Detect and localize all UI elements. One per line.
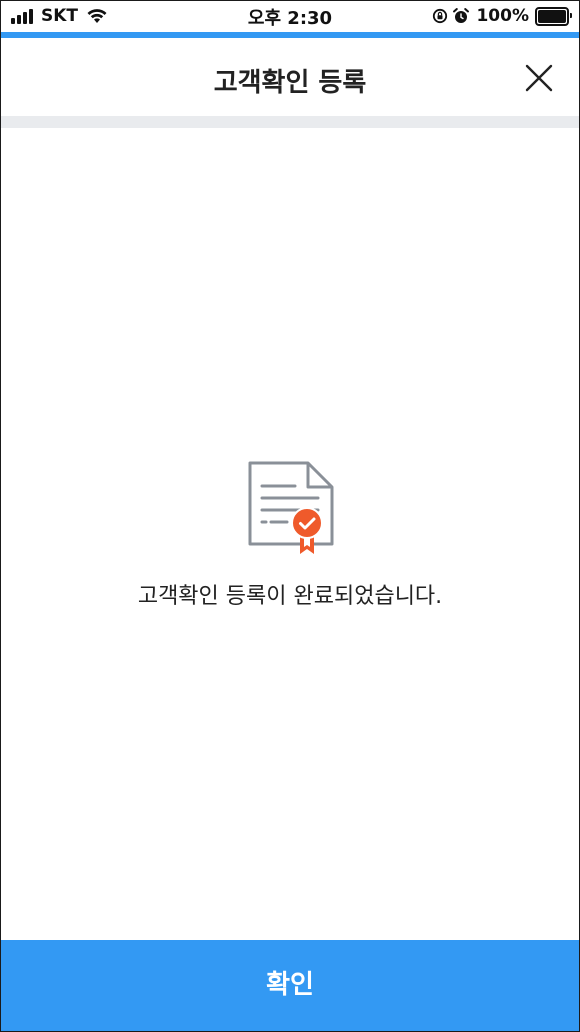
close-icon[interactable] [525,64,553,92]
certificate-icon [248,461,334,554]
status-bar: SKT 오후 2:30 100% [1,1,579,32]
page-title: 고객확인 등록 [213,68,367,98]
rotation-lock-icon [433,8,448,24]
completion-message: 고객확인 등록이 완료되었습니다. [137,584,443,609]
header: 고객확인 등록 [1,38,579,116]
status-right: 100% [432,5,572,27]
header-divider [1,116,579,128]
battery-percent: 100% [476,6,529,26]
confirm-button[interactable]: 확인 [1,940,579,1031]
content-area: 고객확인 등록이 완료되었습니다. [1,128,579,940]
app-screen: SKT 오후 2:30 100% 고객확인 등록 고객확인 등록이 완료되었습니… [0,0,580,1032]
alarm-icon [453,8,470,23]
battery-icon [535,6,572,26]
